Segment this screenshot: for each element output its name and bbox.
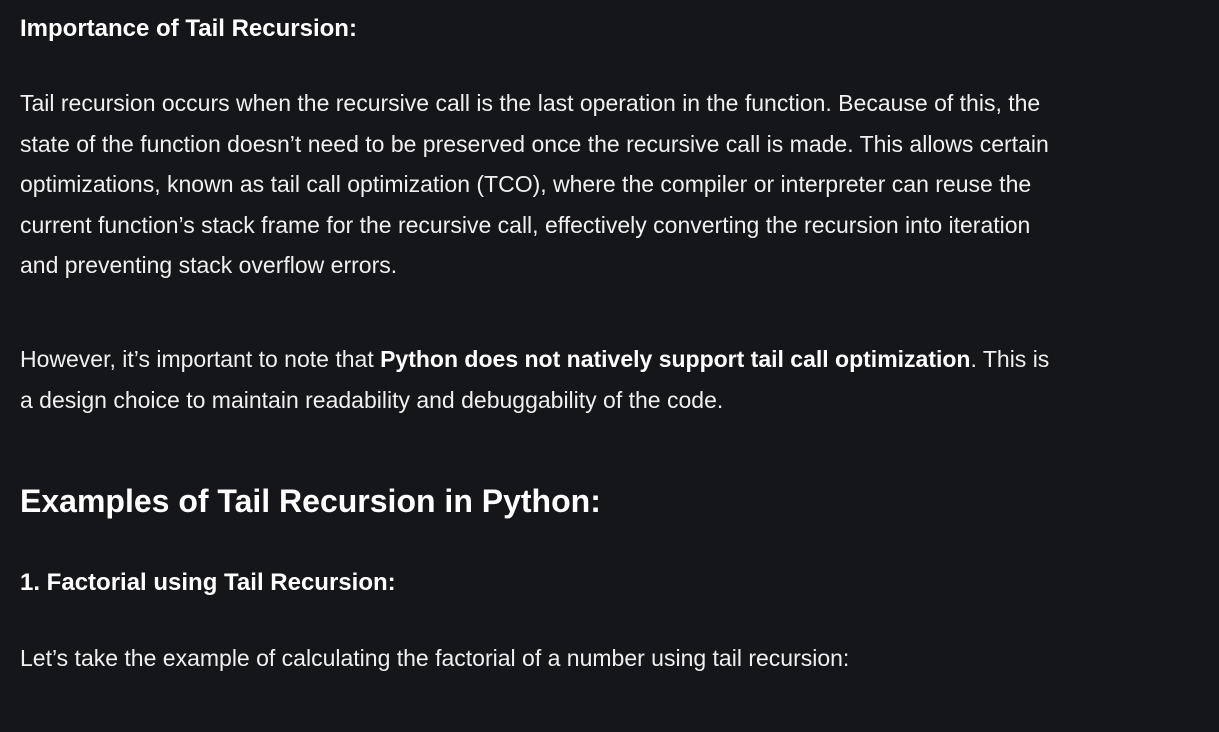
factorial-heading: 1. Factorial using Tail Recursion: [20,569,396,596]
bold-python-no-tco: Python does not natively support tail ca… [380,346,971,372]
examples-heading: Examples of Tail Recursion in Python: [20,483,601,519]
paragraph-tail-recursion-definition: Tail recursion occurs when the recursive… [20,90,1049,278]
document-content: Importance of Tail Recursion: Tail recur… [0,0,1219,732]
paragraph-text-before: However, it’s important to note that [20,346,381,372]
paragraph-python-tco-note: However, it’s important to note that Pyt… [20,339,1055,420]
section-heading-importance: Importance of Tail Recursion: [20,15,357,42]
paragraph-factorial-intro: Let’s take the example of calculating th… [20,645,850,671]
